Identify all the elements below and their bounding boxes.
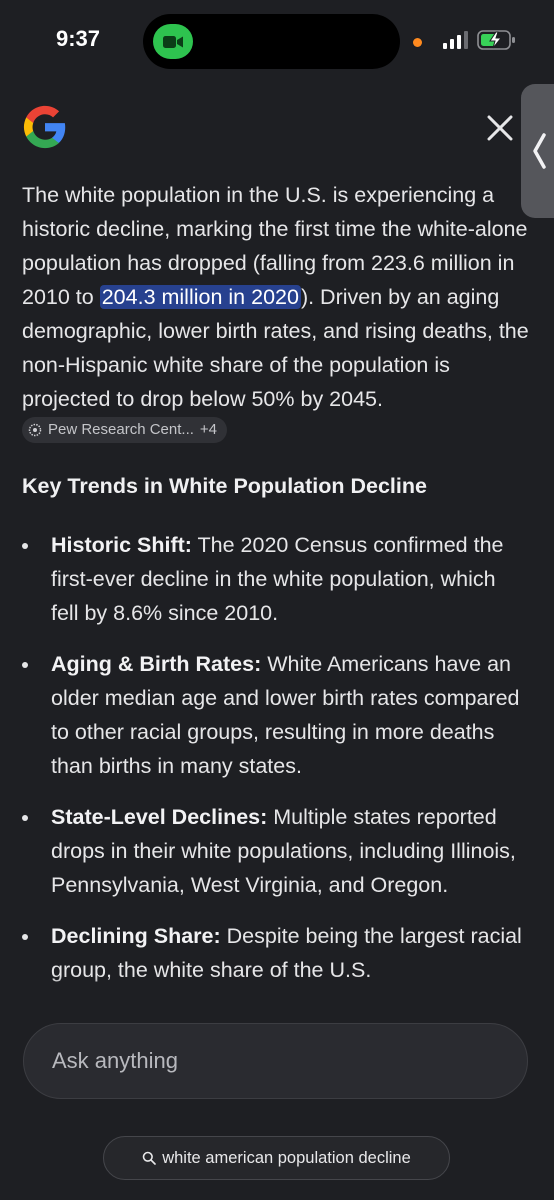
source-chip-label: Pew Research Cent... (48, 421, 194, 438)
source-chip[interactable]: Pew Research Cent... +4 (22, 417, 228, 443)
answer-paragraph: The white population in the U.S. is expe… (22, 178, 542, 450)
list-item: Aging & Birth Rates: White Americans hav… (22, 647, 522, 783)
list-item: State-Level Declines: Multiple states re… (22, 800, 522, 902)
video-camera-icon (163, 35, 183, 48)
search-query-label: white american population decline (162, 1148, 411, 1167)
source-chip-count: +4 (199, 421, 218, 438)
status-bar: 9:37 (0, 0, 554, 90)
status-time: 9:37 (56, 26, 101, 51)
bullet-title: Declining Share: (51, 924, 221, 948)
bullet-title: Historic Shift: (51, 533, 192, 557)
ask-input[interactable]: Ask anything (23, 1023, 528, 1099)
google-logo-icon[interactable] (22, 104, 68, 150)
close-icon[interactable] (484, 112, 516, 144)
signal-icon (443, 31, 468, 49)
list-item: Historic Shift: The 2020 Census confirme… (22, 528, 522, 630)
chevron-left-icon (533, 133, 546, 169)
highlighted-figure[interactable]: 204.3 million in 2020 (99, 285, 301, 309)
dynamic-island[interactable] (143, 14, 400, 69)
section-heading: Key Trends in White Population Decline (22, 474, 427, 498)
privacy-indicator-dot (413, 38, 422, 47)
source-favicon-icon (28, 423, 42, 437)
ask-input-placeholder: Ask anything (52, 1048, 178, 1073)
bullet-title: State-Level Declines: (51, 805, 268, 829)
video-call-indicator[interactable] (153, 24, 193, 59)
battery-charging-icon (477, 30, 515, 50)
key-trends-list: Historic Shift: The 2020 Census confirme… (22, 528, 522, 1004)
search-query-chip[interactable]: white american population decline (103, 1136, 450, 1180)
search-icon (142, 1151, 157, 1165)
bullet-title: Aging & Birth Rates: (51, 652, 262, 676)
ai-answer-summary: The white population in the U.S. is expe… (22, 178, 542, 450)
